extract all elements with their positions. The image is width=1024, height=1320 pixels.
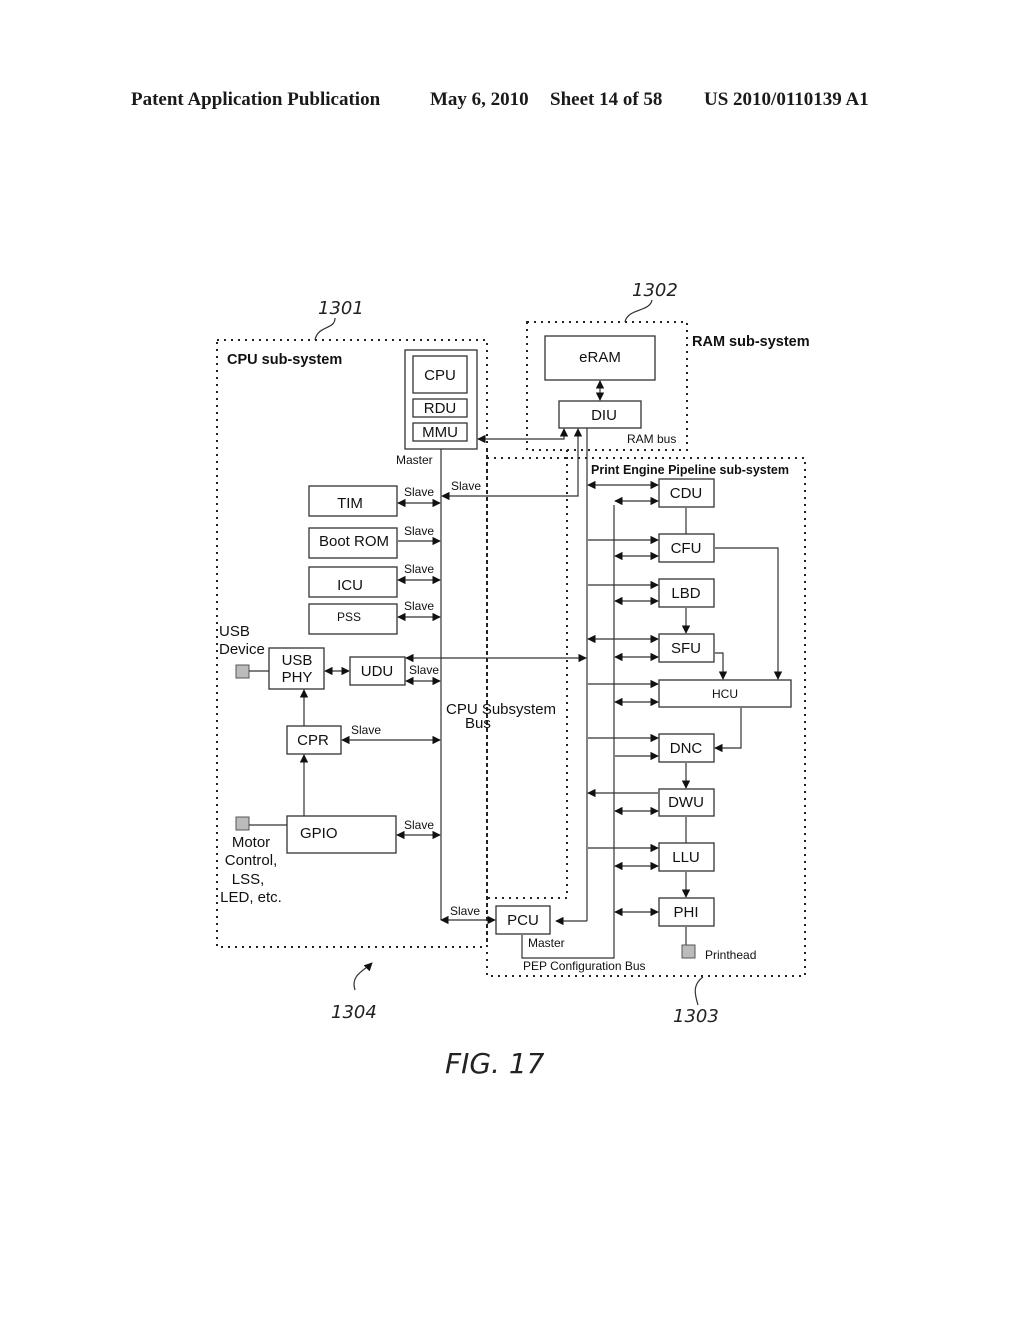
dwu-label: DWU bbox=[668, 794, 704, 811]
ref-1301: 1301 bbox=[318, 298, 364, 319]
gpio-slave-label: Slave bbox=[404, 818, 434, 832]
diu-slave-label: Slave bbox=[451, 479, 481, 493]
pep-config-bus-label: PEP Configuration Bus bbox=[523, 959, 646, 973]
pcu-label: PCU bbox=[507, 912, 539, 929]
ram-bus-label: RAM bus bbox=[627, 432, 676, 446]
cfu-hcu-link bbox=[715, 547, 783, 680]
mmu-label: MMU bbox=[422, 424, 458, 441]
usb-device-label-2: Device bbox=[219, 641, 265, 658]
motor-label-2: Control, bbox=[225, 852, 278, 869]
motor-label-3: LSS, bbox=[232, 871, 265, 888]
cpu-master-label: Master bbox=[396, 453, 433, 467]
printhead-label: Printhead bbox=[705, 948, 756, 962]
pss-label: PSS bbox=[337, 610, 361, 624]
cpu-bus-label-2: Bus bbox=[465, 715, 491, 732]
usb-device-label-1: USB bbox=[219, 623, 250, 640]
cfu-label: CFU bbox=[671, 540, 702, 557]
hcu-dnc-link bbox=[714, 708, 742, 753]
tim-label: TIM bbox=[337, 495, 363, 512]
diu-label: DIU bbox=[591, 407, 617, 424]
phi-label: PHI bbox=[673, 904, 698, 921]
printhead-connector-icon bbox=[681, 944, 696, 959]
cpr-slave-label: Slave bbox=[351, 723, 381, 737]
lbd-label: LBD bbox=[671, 585, 700, 602]
ref-1304-arrow bbox=[353, 962, 373, 991]
icu-label: ICU bbox=[337, 577, 363, 594]
cpr-label: CPR bbox=[297, 732, 329, 749]
cdu-label: CDU bbox=[670, 485, 703, 502]
fig17-diagram: 1301 1302 CPU sub-system RAM sub-system … bbox=[216, 280, 810, 1080]
usb-phy-label-1: USB bbox=[282, 652, 313, 669]
icu-slave-label: Slave bbox=[404, 562, 434, 576]
sfu-hcu-link bbox=[715, 652, 728, 680]
gpio-label: GPIO bbox=[300, 825, 338, 842]
ref-1303: 1303 bbox=[673, 1006, 719, 1027]
mmu-diu-link bbox=[477, 428, 569, 444]
motor-connector-icon bbox=[235, 816, 250, 831]
motor-label-4: LED, etc. bbox=[220, 889, 282, 906]
boot-rom-label: Boot ROM bbox=[319, 533, 389, 550]
cpu-label: CPU bbox=[424, 367, 456, 384]
ram-subsystem-title: RAM sub-system bbox=[692, 334, 810, 350]
motor-label-1: Motor bbox=[232, 834, 270, 851]
figure-caption: FIG. 17 bbox=[445, 1047, 545, 1080]
cpu-subsystem-title: CPU sub-system bbox=[227, 352, 342, 368]
eram-label: eRAM bbox=[579, 349, 621, 366]
udu-label: UDU bbox=[361, 663, 394, 680]
hcu-label: HCU bbox=[712, 687, 738, 701]
ref-1302: 1302 bbox=[632, 280, 678, 301]
pep-units: CDU CFU LBD SFU HCU DNC DWU LLU PHI Prin… bbox=[587, 478, 792, 962]
rdu-label: RDU bbox=[424, 400, 457, 417]
pcu-slave-label: Slave bbox=[450, 904, 480, 918]
ref-1304: 1304 bbox=[331, 1002, 377, 1023]
boot-rom-slave-label: Slave bbox=[404, 524, 434, 538]
pss-slave-label: Slave bbox=[404, 599, 434, 613]
pcu-master-label: Master bbox=[528, 936, 565, 950]
sfu-label: SFU bbox=[671, 640, 701, 657]
llu-label: LLU bbox=[672, 849, 700, 866]
cpu-bus-label-1: CPU Subsystem bbox=[446, 701, 556, 718]
udu-slave-label: Slave bbox=[409, 663, 439, 677]
cpu-bus-region-border bbox=[486, 450, 568, 947]
tim-slave-label: Slave bbox=[404, 485, 434, 499]
usb-connector-icon bbox=[235, 664, 250, 679]
ref-1303-leader bbox=[694, 976, 704, 1006]
dnc-label: DNC bbox=[670, 740, 703, 757]
ref-1302-leader bbox=[624, 299, 653, 323]
ref-1301-leader bbox=[314, 317, 336, 341]
pep-subsystem-title: Print Engine Pipeline sub-system bbox=[591, 463, 789, 477]
usb-phy-label-2: PHY bbox=[282, 669, 313, 686]
